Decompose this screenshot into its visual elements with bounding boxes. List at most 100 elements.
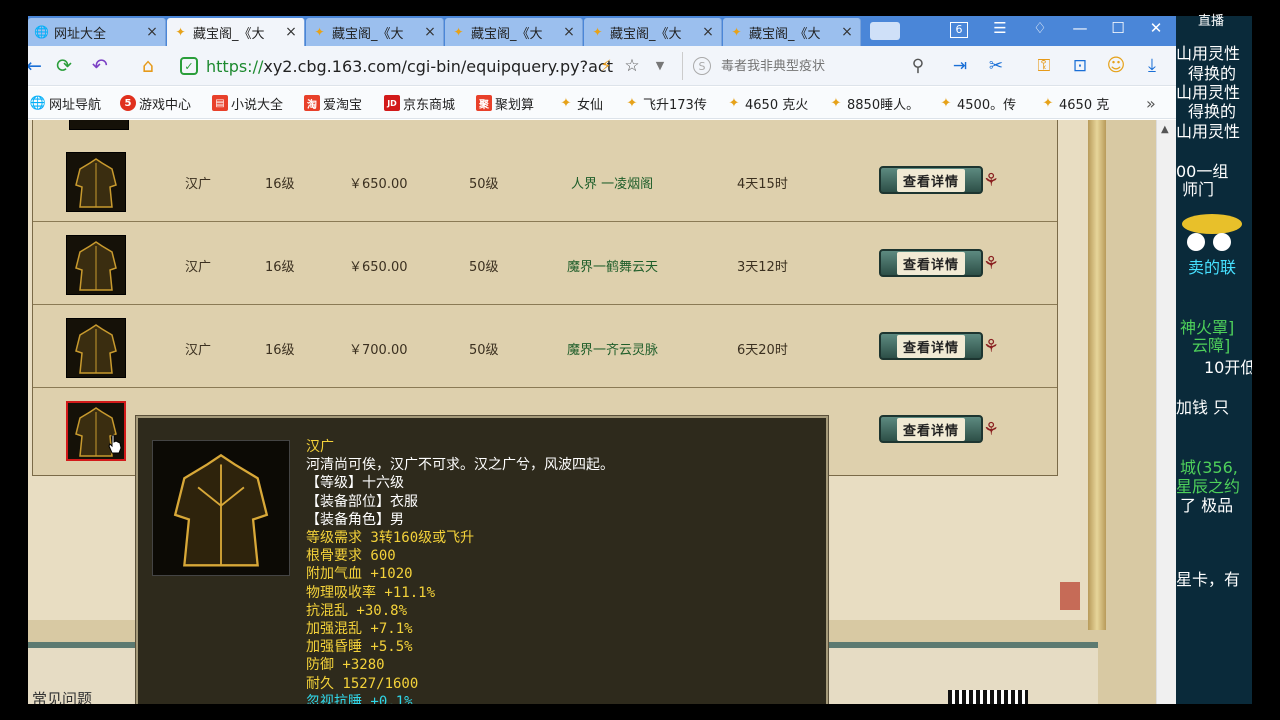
hand-cursor-icon [108,434,122,454]
undo-icon[interactable]: ↶ [88,54,112,78]
tab-close-icon[interactable]: × [701,24,715,40]
bookmark-10[interactable]: ✦ 4500。传 [938,93,1017,113]
tooltip-text: 汉广 河清尚可俟，汉广不可求。汉之广兮，风波四起。 【等级】十六级 【装备部位】衣服【… [306,438,614,704]
cbg-icon: ✦ [1042,95,1054,111]
item-price: ￥700.00 [349,343,408,358]
key-icon[interactable]: ⚿ [1032,54,1056,78]
scissors-icon[interactable]: ✂ [984,54,1008,78]
tooltip-line: 等级需求 3转160级或飞升 [306,530,475,547]
minimize-icon[interactable]: — [1068,19,1092,37]
view-detail-button[interactable]: 查看详情 [879,415,983,443]
item-name: 汉广 [185,260,212,275]
tab-close-icon[interactable]: × [840,24,854,40]
search-box[interactable]: S [682,52,932,80]
chat-line: 加钱 只 [1176,398,1230,417]
item-req: 50级 [469,343,499,358]
bookmark-3[interactable]: 淘爱淘宝 [304,93,362,113]
bookmark-7[interactable]: ✦ 飞升173传 [624,93,707,113]
login-icon[interactable]: ⇥ [948,54,972,78]
bookmark-label: 京东商城 [403,97,456,113]
back-icon[interactable]: ← [28,54,46,78]
bookmark-5[interactable]: 聚聚划算 [476,93,534,113]
browser-window: 🌐 网址大全 × ✦ 藏宝阁_《大 × ✦ 藏宝阁_《大 × ✦ 藏宝阁_《大 … [28,16,1176,704]
chat-line: 卖的联 [1188,258,1237,277]
new-tab-button[interactable] [870,22,900,40]
translate-icon[interactable]: ⊡ [1068,54,1092,78]
bookmarks-bar: 🌐 网址导航 5 游戏中心 ▤ 小说大全 淘爱淘宝 JD 京东商城 聚聚划算 ✦ 女仙 ✦… [28,87,1176,119]
url-path: xy2.cbg.163.com/cgi-bin/equipquery.py?ac… [263,56,613,76]
tab-5[interactable]: ✦ 藏宝阁_《大 × [723,18,861,46]
tooltip-line: 防御 +3280 [306,657,385,674]
bookmark-1[interactable]: 5 游戏中心 [120,93,191,113]
tab-close-icon[interactable]: × [145,24,159,40]
item-price: ￥650.00 [349,177,408,192]
item-level: 16级 [265,177,295,192]
tab-3[interactable]: ✦ 藏宝阁_《大 × [445,18,583,46]
item-server: 人界 一凌烟阁 [571,177,654,192]
scroll-up-icon[interactable]: ▲ [1161,124,1169,135]
tooltip-line: 抗混乱 +30.8% [306,602,408,619]
tab-4[interactable]: ✦ 藏宝阁_《大 × [584,18,722,46]
bookmark-2[interactable]: ▤ 小说大全 [212,93,283,113]
close-window-icon[interactable]: ✕ [1144,19,1168,37]
item-server: 魔界一鹤舞云天 [567,260,659,275]
tab-title: 藏宝阁_《大 [193,26,265,42]
tab-close-icon[interactable]: × [423,24,437,40]
menu-icon[interactable]: ☰ [988,19,1012,37]
view-detail-button[interactable]: 查看详情 [879,249,983,277]
search-icon[interactable]: ⚲ [906,54,930,78]
prev-row-thumbnail [69,120,129,130]
view-detail-button[interactable]: 查看详情 [879,332,983,360]
item-thumbnail[interactable] [66,152,126,212]
tab-2[interactable]: ✦ 藏宝阁_《大 × [306,18,444,46]
bookmark-6[interactable]: ✦ 女仙 [558,93,603,113]
maximize-icon[interactable]: ☐ [1106,19,1130,37]
download-icon[interactable]: ⤓ [1140,54,1164,78]
speed-icon[interactable]: ⚡ [594,54,618,78]
stream-logo: 直播 [1198,14,1225,29]
window-count-badge[interactable]: 6 [950,22,968,38]
cbg-icon: ✦ [728,95,740,111]
tab-0[interactable]: 🌐 网址大全 × [28,18,166,46]
item-price: ￥650.00 [349,260,408,275]
dropdown-icon[interactable]: ▼ [648,54,672,78]
bookmark-9[interactable]: ✦ 8850睡人。 [828,93,920,113]
book-icon: ▤ [212,95,228,111]
item-thumbnail[interactable] [66,235,126,295]
bookmark-label: 飞升173传 [643,97,707,113]
bookmark-8[interactable]: ✦ 4650 克火 [726,93,809,113]
tab-close-icon[interactable]: × [284,24,298,40]
robe-icon [75,241,117,291]
chat-line: 云障] [1192,336,1231,355]
view-detail-label: 查看详情 [896,417,965,441]
home-icon[interactable]: ⌂ [136,54,160,78]
robe-icon [75,158,117,208]
item-thumbnail[interactable] [66,318,126,378]
bookmark-star-icon[interactable]: ☆ [620,54,644,78]
tooltip-line: 忽视抗睡 +0.1% [306,693,413,704]
vertical-scrollbar[interactable]: ▲ [1156,120,1176,704]
view-detail-button[interactable]: 查看详情 [879,166,983,194]
item-large-image [152,440,290,576]
search-input[interactable] [721,58,911,74]
bookmark-0[interactable]: 🌐 网址导航 [30,93,101,113]
bookmark-4[interactable]: JD 京东商城 [384,93,455,113]
bookmark-11[interactable]: ✦ 4650 克 [1040,93,1110,113]
tab-1[interactable]: ✦ 藏宝阁_《大 × [167,18,305,46]
item-level: 16级 [265,260,295,275]
tab-close-icon[interactable]: × [562,24,576,40]
chat-line: 山用灵性 [1176,122,1241,141]
refresh-icon[interactable]: ⟳ [52,54,76,78]
cbg-icon: ✦ [830,95,842,111]
view-detail-label: 查看详情 [896,334,965,358]
skin-icon[interactable]: ♢ [1028,19,1052,37]
url-text[interactable]: https://xy2.cbg.163.com/cgi-bin/equipque… [206,57,618,76]
faq-link[interactable]: 常见问题 [32,688,92,704]
item-time: 3天12时 [737,260,788,275]
frame-top [0,0,1280,16]
more-options-icon[interactable]: ☺ [1104,54,1128,78]
tooltip-line: 【装备部位】衣服 [306,493,418,510]
more-bookmarks-button[interactable]: » [1146,93,1156,113]
tooltip-line: 根骨要求 600 [306,548,396,565]
cbg-icon: ✦ [560,95,572,111]
